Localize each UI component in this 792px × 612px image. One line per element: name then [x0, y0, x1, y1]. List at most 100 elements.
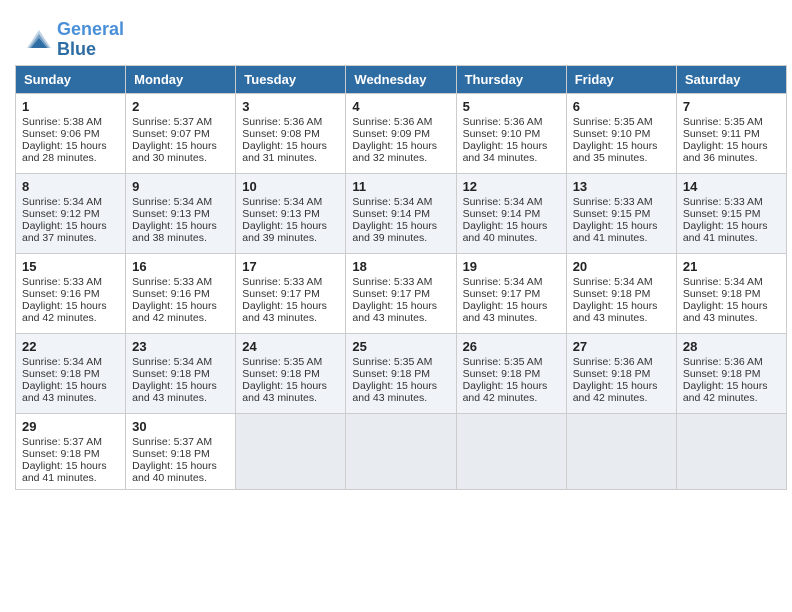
calendar-cell: 11Sunrise: 5:34 AMSunset: 9:14 PMDayligh… — [346, 173, 456, 253]
calendar-cell: 17Sunrise: 5:33 AMSunset: 9:17 PMDayligh… — [236, 253, 346, 333]
calendar-cell: 9Sunrise: 5:34 AMSunset: 9:13 PMDaylight… — [126, 173, 236, 253]
daylight-text: Daylight: 15 hours and 37 minutes. — [22, 220, 119, 244]
calendar-week-3: 15Sunrise: 5:33 AMSunset: 9:16 PMDayligh… — [16, 253, 787, 333]
daylight-text: Daylight: 15 hours and 39 minutes. — [352, 220, 449, 244]
calendar-cell: 22Sunrise: 5:34 AMSunset: 9:18 PMDayligh… — [16, 333, 126, 413]
sunrise-text: Sunrise: 5:37 AM — [132, 436, 229, 448]
sunrise-text: Sunrise: 5:36 AM — [683, 356, 780, 368]
calendar-cell: 27Sunrise: 5:36 AMSunset: 9:18 PMDayligh… — [566, 333, 676, 413]
sunset-text: Sunset: 9:17 PM — [463, 288, 560, 300]
sunrise-text: Sunrise: 5:34 AM — [573, 276, 670, 288]
daylight-text: Daylight: 15 hours and 43 minutes. — [573, 300, 670, 324]
day-number: 13 — [573, 179, 670, 194]
sunrise-text: Sunrise: 5:33 AM — [22, 276, 119, 288]
daylight-text: Daylight: 15 hours and 42 minutes. — [683, 380, 780, 404]
sunrise-text: Sunrise: 5:36 AM — [463, 116, 560, 128]
day-number: 1 — [22, 99, 119, 114]
sunset-text: Sunset: 9:12 PM — [22, 208, 119, 220]
day-number: 15 — [22, 259, 119, 274]
day-number: 7 — [683, 99, 780, 114]
sunrise-text: Sunrise: 5:38 AM — [22, 116, 119, 128]
daylight-text: Daylight: 15 hours and 43 minutes. — [352, 300, 449, 324]
calendar-cell: 10Sunrise: 5:34 AMSunset: 9:13 PMDayligh… — [236, 173, 346, 253]
sunrise-text: Sunrise: 5:37 AM — [132, 116, 229, 128]
calendar-header-row: SundayMondayTuesdayWednesdayThursdayFrid… — [16, 65, 787, 93]
calendar-cell: 18Sunrise: 5:33 AMSunset: 9:17 PMDayligh… — [346, 253, 456, 333]
sunset-text: Sunset: 9:18 PM — [463, 368, 560, 380]
calendar-cell: 6Sunrise: 5:35 AMSunset: 9:10 PMDaylight… — [566, 93, 676, 173]
daylight-text: Daylight: 15 hours and 42 minutes. — [22, 300, 119, 324]
calendar-cell: 19 Sunrise: 5:34 AMSunset: 9:17 PMDayligh… — [456, 253, 566, 333]
sunrise-text: Sunrise: 5:36 AM — [352, 116, 449, 128]
daylight-text: Daylight: 15 hours and 41 minutes. — [22, 460, 119, 484]
daylight-text: Daylight: 15 hours and 41 minutes. — [573, 220, 670, 244]
daylight-text: Daylight: 15 hours and 42 minutes. — [463, 380, 560, 404]
sunset-text: Sunset: 9:17 PM — [242, 288, 339, 300]
calendar-cell — [566, 413, 676, 489]
calendar-cell: 14Sunrise: 5:33 AMSunset: 9:15 PMDayligh… — [676, 173, 786, 253]
sunset-text: Sunset: 9:18 PM — [573, 288, 670, 300]
sunset-text: Sunset: 9:10 PM — [573, 128, 670, 140]
calendar-cell: 30Sunrise: 5:37 AMSunset: 9:18 PMDayligh… — [126, 413, 236, 489]
day-number: 4 — [352, 99, 449, 114]
sunset-text: Sunset: 9:18 PM — [132, 448, 229, 460]
sunset-text: Sunset: 9:16 PM — [132, 288, 229, 300]
sunset-text: Sunset: 9:13 PM — [132, 208, 229, 220]
day-number: 16 — [132, 259, 229, 274]
sunrise-text: Sunrise: 5:37 AM — [22, 436, 119, 448]
day-number: 11 — [352, 179, 449, 194]
day-number: 10 — [242, 179, 339, 194]
daylight-text: Daylight: 15 hours and 42 minutes. — [573, 380, 670, 404]
day-number: 29 — [22, 419, 119, 434]
daylight-text: Daylight: 15 hours and 43 minutes. — [242, 300, 339, 324]
daylight-text: Daylight: 15 hours and 43 minutes. — [463, 300, 560, 324]
sunrise-text: Sunrise: 5:35 AM — [242, 356, 339, 368]
day-number: 8 — [22, 179, 119, 194]
calendar-cell: 4Sunrise: 5:36 AMSunset: 9:09 PMDaylight… — [346, 93, 456, 173]
sunset-text: Sunset: 9:18 PM — [132, 368, 229, 380]
sunset-text: Sunset: 9:06 PM — [22, 128, 119, 140]
sunrise-text: Sunrise: 5:34 AM — [463, 276, 560, 288]
calendar-cell: 1 Sunrise: 5:38 AMSunset: 9:06 PMDaylight… — [16, 93, 126, 173]
calendar-cell: 26Sunrise: 5:35 AMSunset: 9:18 PMDayligh… — [456, 333, 566, 413]
sunrise-text: Sunrise: 5:34 AM — [352, 196, 449, 208]
sunrise-text: Sunrise: 5:33 AM — [352, 276, 449, 288]
calendar-table: SundayMondayTuesdayWednesdayThursdayFrid… — [15, 65, 787, 490]
calendar-header-tuesday: Tuesday — [236, 65, 346, 93]
day-number: 28 — [683, 339, 780, 354]
calendar-cell: 25Sunrise: 5:35 AMSunset: 9:18 PMDayligh… — [346, 333, 456, 413]
day-number: 19 — [463, 259, 560, 274]
sunset-text: Sunset: 9:15 PM — [683, 208, 780, 220]
day-number: 17 — [242, 259, 339, 274]
daylight-text: Daylight: 15 hours and 43 minutes. — [683, 300, 780, 324]
header: General Blue — [10, 10, 782, 65]
calendar-header-saturday: Saturday — [676, 65, 786, 93]
daylight-text: Daylight: 15 hours and 34 minutes. — [463, 140, 560, 164]
logo-line2: Blue — [57, 40, 124, 60]
sunset-text: Sunset: 9:07 PM — [132, 128, 229, 140]
day-number: 20 — [573, 259, 670, 274]
daylight-text: Daylight: 15 hours and 32 minutes. — [352, 140, 449, 164]
daylight-text: Daylight: 15 hours and 40 minutes. — [463, 220, 560, 244]
sunset-text: Sunset: 9:18 PM — [573, 368, 670, 380]
daylight-text: Daylight: 15 hours and 28 minutes. — [22, 140, 119, 164]
calendar-cell: 15 Sunrise: 5:33 AMSunset: 9:16 PMDayligh… — [16, 253, 126, 333]
sunset-text: Sunset: 9:18 PM — [683, 368, 780, 380]
sunset-text: Sunset: 9:10 PM — [463, 128, 560, 140]
sunset-text: Sunset: 9:15 PM — [573, 208, 670, 220]
calendar-cell: 28 Sunrise: 5:36 AMSunset: 9:18 PMDayligh… — [676, 333, 786, 413]
day-number: 12 — [463, 179, 560, 194]
logo-icon — [25, 26, 53, 54]
calendar-cell — [346, 413, 456, 489]
sunrise-text: Sunrise: 5:33 AM — [132, 276, 229, 288]
daylight-text: Daylight: 15 hours and 35 minutes. — [573, 140, 670, 164]
day-number: 24 — [242, 339, 339, 354]
sunset-text: Sunset: 9:17 PM — [352, 288, 449, 300]
sunrise-text: Sunrise: 5:35 AM — [573, 116, 670, 128]
sunset-text: Sunset: 9:16 PM — [22, 288, 119, 300]
calendar-cell: 12Sunrise: 5:34 AMSunset: 9:14 PMDayligh… — [456, 173, 566, 253]
day-number: 23 — [132, 339, 229, 354]
daylight-text: Daylight: 15 hours and 43 minutes. — [242, 380, 339, 404]
sunrise-text: Sunrise: 5:34 AM — [22, 196, 119, 208]
calendar-cell — [456, 413, 566, 489]
